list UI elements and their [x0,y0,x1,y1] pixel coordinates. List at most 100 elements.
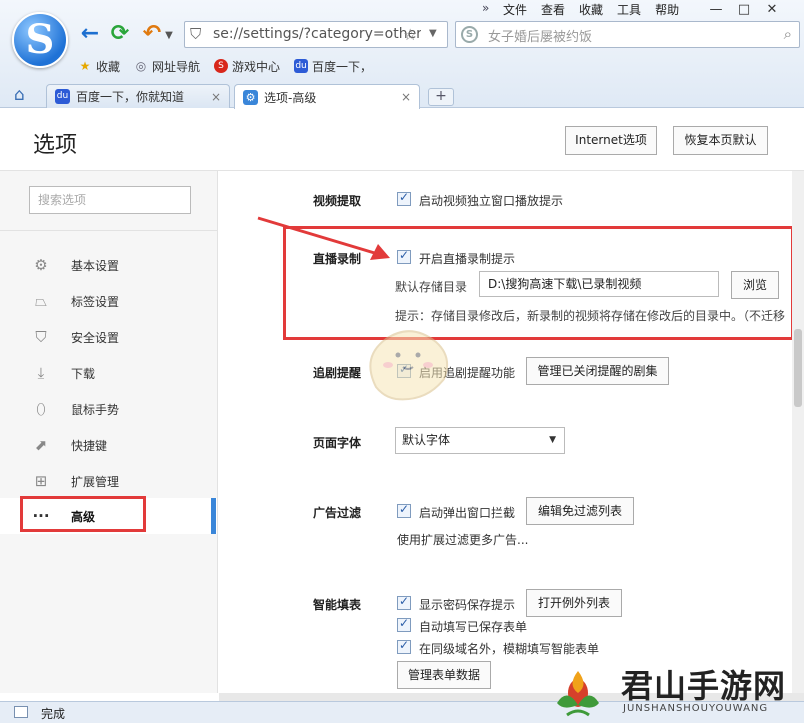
extension-filter-link[interactable]: 使用扩展过滤更多广告... [397,531,528,548]
sidebar-item-shortcuts[interactable]: ⬈ 快捷键 [0,427,217,463]
active-indicator [211,498,216,534]
password-prompt-checkbox[interactable] [397,594,411,610]
shield-icon: ⛉ [35,328,47,346]
tab-strip: ⌂ du 百度一下，你就知道 × ⚙ 选项-高级 × + [0,82,804,109]
tab-settings-advanced[interactable]: ⚙ 选项-高级 × [234,84,420,109]
gear-icon: ⚙ [34,256,48,274]
font-select-value: 默认字体 [402,433,451,447]
sidebar-item-tabs[interactable]: ⏢ 标签设置 [0,283,217,319]
maximize-icon[interactable]: □ [734,2,754,18]
section-label-font: 页面字体 [313,436,362,450]
bookmark-label: 收藏 [96,59,121,74]
new-tab-button[interactable]: + [428,88,454,106]
undo-icon[interactable]: ↶ [140,22,164,46]
sidebar-item-basic[interactable]: ⚙ 基本设置 [0,247,217,283]
checkbox-label: 显示密码保存提示 [419,598,516,612]
section-label-drama: 追剧提醒 [313,366,362,380]
mouse-icon: ⬯ [36,400,46,418]
back-arrow-icon[interactable]: ← [78,22,102,46]
chevron-down-icon: ▼ [549,435,556,445]
chevrons-icon[interactable]: » [482,1,489,15]
video-popup-checkbox[interactable] [397,190,411,206]
refresh-icon[interactable]: ⟳ [108,22,132,46]
menu-favorites[interactable]: 收藏 [572,2,610,18]
menu-file[interactable]: 文件 [496,2,534,18]
status-text: 完成 [41,707,66,721]
sidebar-search-input[interactable]: 搜索选项 [29,186,191,214]
sidebar-item-label: 鼠标手势 [71,402,120,417]
globe-icon: ◎ [135,59,147,73]
game-center-icon: S [214,59,229,73]
baidu-paw-icon: du [294,59,309,73]
search-icon[interactable]: ⌕ [784,25,792,43]
address-bar[interactable]: ⛉ se://settings/?category=other ☆ ▼ [184,21,448,48]
sidebar-item-label: 基本设置 [71,258,120,273]
address-dropdown-icon[interactable]: ▼ [429,28,437,39]
sidebar-item-mouse-gestures[interactable]: ⬯ 鼠标手势 [0,391,217,427]
star-icon: ★ [79,59,91,73]
sidebar-item-label: 快捷键 [71,438,108,453]
menu-view[interactable]: 查看 [534,2,572,18]
fuzzy-fill-checkbox[interactable] [397,638,411,654]
manage-closed-dramas-button[interactable]: 管理已关闭提醒的剧集 [526,357,669,385]
watermark-subtitle: JUNSHANSHOUYOUWANG [623,703,769,714]
baidu-paw-icon: du [55,89,70,104]
bookmark-star-icon[interactable]: ☆ [403,25,417,44]
manage-form-data-button[interactable]: 管理表单数据 [397,661,491,689]
bookmark-nav[interactable]: ◎ 网址导航 [134,55,200,77]
page-title: 选项 [33,133,78,158]
section-label-adblock: 广告过滤 [313,506,362,520]
undo-dropdown-icon[interactable]: ▼ [163,24,175,48]
open-exceptions-button[interactable]: 打开例外列表 [526,589,622,617]
scrollbar-thumb[interactable] [794,329,802,407]
window-controls: — □ ✕ [706,2,782,18]
tab-icon: ⏢ [34,292,47,310]
search-input[interactable]: 女子婚后屡被约饭 [488,26,592,45]
internet-options-button[interactable]: Internet选项 [565,126,657,155]
close-tab-icon[interactable]: × [211,90,221,104]
bookmark-baidu[interactable]: du 百度一下， [294,55,372,77]
popup-block-checkbox[interactable] [397,502,411,518]
restore-defaults-button[interactable]: 恢复本页默认 [673,126,768,155]
tab-label: 选项-高级 [264,90,317,105]
edit-whitelist-button[interactable]: 编辑免过滤列表 [526,497,634,525]
tab-label: 百度一下，你就知道 [76,90,185,104]
bookmark-label: 百度一下， [312,59,373,74]
bookmark-games[interactable]: S 游戏中心 [214,55,280,77]
address-input[interactable]: se://settings/?category=other [213,26,421,44]
menu-help[interactable]: 帮助 [648,2,686,18]
minimize-icon[interactable]: — [706,2,726,18]
checkbox-label: 启动弹出窗口拦截 [419,506,516,520]
sidebar-item-label: 安全设置 [71,330,120,345]
sidebar-item-download[interactable]: ⤓ 下载 [0,355,217,391]
sidebar-item-extensions[interactable]: ⊞ 扩展管理 [0,463,217,499]
watermark: 君山手游网 JUNSHANSHOUYOUWANG [549,661,799,721]
shortcut-icon: ⬈ [34,436,48,454]
mascot-icon [369,330,449,401]
highlight-box [20,496,146,532]
autofill-saved-checkbox[interactable] [397,616,411,632]
close-tab-icon[interactable]: × [401,90,411,104]
vertical-scrollbar[interactable] [792,171,804,693]
tab-baidu[interactable]: du 百度一下，你就知道 × [46,84,230,108]
checkbox-label: 启动视频独立窗口播放提示 [419,194,564,208]
browser-logo[interactable]: S [12,12,68,68]
watermark-logo-icon [557,671,599,717]
menu-bar: 文件 查看 收藏 工具 帮助 [496,2,686,18]
page-status-icon [14,706,28,718]
menu-tools[interactable]: 工具 [610,2,648,18]
divider [0,230,217,231]
font-select[interactable]: 默认字体 ▼ [395,427,565,454]
home-icon[interactable]: ⌂ [14,85,25,105]
bookmark-favorites[interactable]: ★ 收藏 [78,55,120,77]
gear-icon: ⚙ [243,89,258,105]
browser-chrome: S » 文件 查看 收藏 工具 帮助 — □ ✕ ← ⟳ ↶ ▼ ⛉ se://… [0,0,804,109]
close-window-icon[interactable]: ✕ [762,2,782,18]
sidebar-item-label: 扩展管理 [71,474,120,489]
extensions-icon: ⊞ [34,472,48,490]
settings-header: 选项 Internet选项 恢复本页默认 [0,109,804,171]
sidebar-item-security[interactable]: ⛉ 安全设置 [0,319,217,355]
checkbox-label: 在同级域名外，模糊填写智能表单 [419,642,600,656]
search-bar[interactable]: S 女子婚后屡被约饭 ⌕ [455,21,800,48]
search-engine-icon[interactable]: S [461,26,478,43]
